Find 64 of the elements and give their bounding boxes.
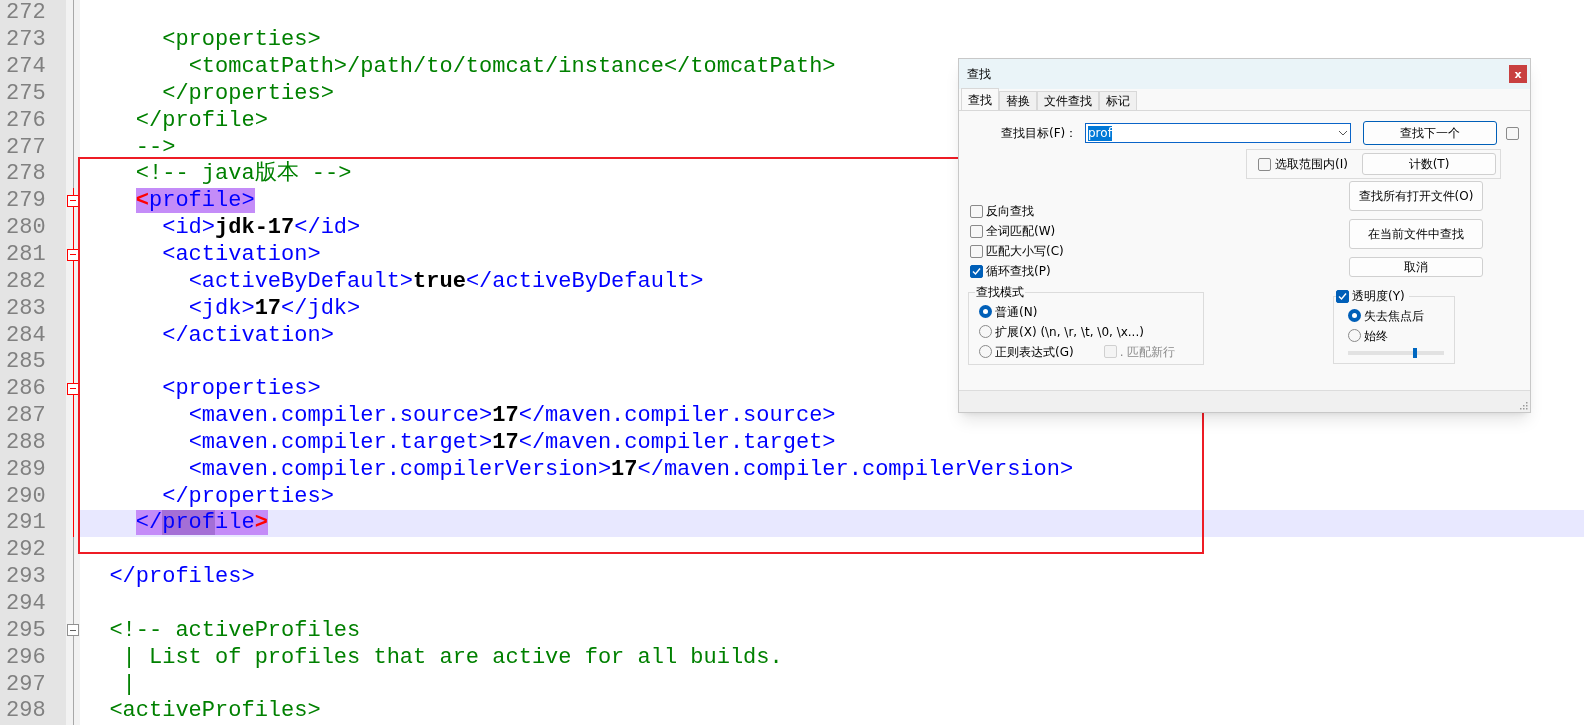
line-number: 272 xyxy=(6,2,46,25)
radio-label: 失去焦点后 xyxy=(1364,307,1424,325)
line-number: 282 xyxy=(6,270,46,293)
chevron-down-icon xyxy=(1338,130,1348,136)
checkbox-label: 匹配大小写(C) xyxy=(986,243,1064,260)
line-number: 293 xyxy=(6,566,46,589)
line-number: 279 xyxy=(6,190,46,213)
line-number: 275 xyxy=(6,82,46,105)
fold-marker-icon[interactable] xyxy=(67,248,79,261)
line-number: 297 xyxy=(6,673,46,696)
fold-marker-icon[interactable] xyxy=(67,624,79,637)
close-button[interactable]: x xyxy=(1509,65,1527,83)
dialog-tab[interactable]: 查找 xyxy=(961,88,999,110)
dialog-title: 查找 xyxy=(967,66,991,83)
line-number: 287 xyxy=(6,405,46,428)
checkbox[interactable] xyxy=(970,204,983,218)
dialog-tab[interactable]: 文件查找 xyxy=(1037,91,1099,110)
checkbox-label: 全词匹配(W) xyxy=(986,223,1056,240)
dialog-button[interactable]: 在当前文件中查找 xyxy=(1349,219,1483,249)
line-number: 291 xyxy=(6,512,46,535)
checkbox[interactable] xyxy=(1506,126,1519,140)
radio-button[interactable] xyxy=(979,325,992,338)
checkbox[interactable] xyxy=(970,264,983,278)
fold-marker-icon[interactable] xyxy=(67,194,79,207)
line-number: 289 xyxy=(6,458,46,481)
line-number: 281 xyxy=(6,244,46,266)
line-number: 292 xyxy=(6,539,46,562)
resize-grip-icon[interactable] xyxy=(1520,402,1528,410)
checkbox[interactable] xyxy=(970,224,983,238)
checkbox[interactable] xyxy=(970,244,983,258)
line-number: 273 xyxy=(6,29,46,52)
line-number: 288 xyxy=(6,431,46,454)
line-number: 295 xyxy=(6,619,46,642)
line-number: 274 xyxy=(6,56,46,79)
line-number: 277 xyxy=(6,136,46,159)
line-number: 276 xyxy=(6,109,46,132)
fold-marker-icon[interactable] xyxy=(67,382,79,395)
radio-button[interactable] xyxy=(1348,329,1361,342)
line-number: 280 xyxy=(6,217,46,240)
dialog-button[interactable]: 查找下一个 xyxy=(1363,121,1497,145)
radio-label: 扩展(X) (\n, \r, \t, \0, \x...) xyxy=(995,323,1144,341)
dialog-tab[interactable]: 标记 xyxy=(1099,91,1137,110)
line-number: 294 xyxy=(6,593,46,615)
dialog-button[interactable]: 计数(T) xyxy=(1362,153,1496,175)
radio-label: 始终 xyxy=(1364,327,1388,345)
dialog-tab[interactable]: 替换 xyxy=(999,91,1037,110)
line-number: 296 xyxy=(6,646,46,669)
radio-button[interactable] xyxy=(1348,309,1361,322)
radio-label: 普通(N) xyxy=(995,303,1038,321)
slider-thumb[interactable] xyxy=(1413,348,1418,358)
checkbox[interactable] xyxy=(1258,157,1272,171)
line-number: 290 xyxy=(6,485,46,508)
line-number: 285 xyxy=(6,351,46,374)
radio-button[interactable] xyxy=(979,305,992,318)
dialog-button[interactable]: 取消 xyxy=(1349,257,1483,277)
search-field[interactable]: prof xyxy=(1085,123,1351,143)
line-number: 278 xyxy=(6,163,46,186)
line-number: 298 xyxy=(6,700,46,723)
radio-button[interactable] xyxy=(979,345,992,358)
line-number: 283 xyxy=(6,297,46,320)
line-number: 286 xyxy=(6,378,46,401)
line-number: 284 xyxy=(6,324,46,347)
dialog-button[interactable]: 查找所有打开文件(O) xyxy=(1349,181,1483,211)
checkbox[interactable] xyxy=(1336,289,1349,303)
